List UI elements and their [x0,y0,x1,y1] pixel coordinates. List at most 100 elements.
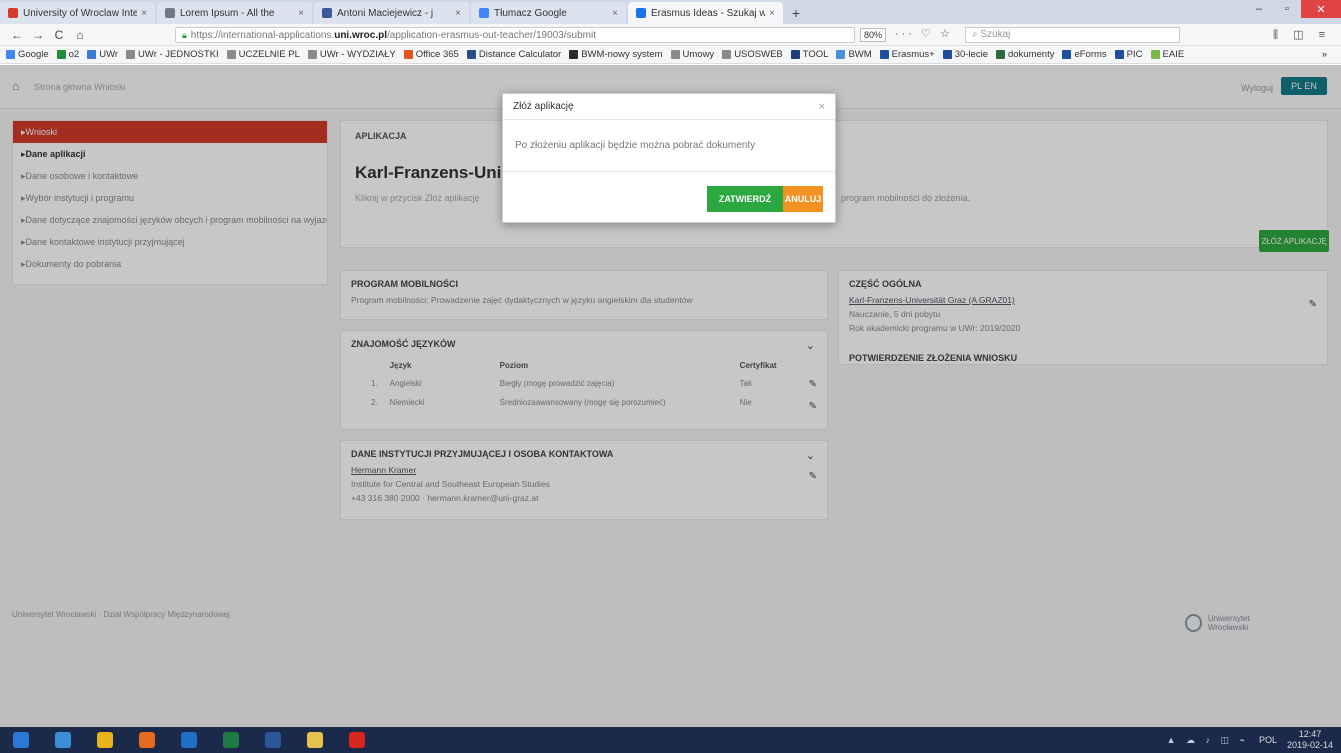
windows-start-icon[interactable] [6,727,36,753]
tab-title: Tłumacz Google [494,7,567,19]
bookmark-label: USOSWEB [734,49,783,60]
browser-tab[interactable]: Erasmus Ideas - Szukaj w × [628,2,783,24]
bookmark-icon [995,50,1005,59]
close-tab-icon[interactable]: × [612,8,618,19]
bookmark-icon [670,50,680,59]
outlook-glyph [181,732,197,748]
back-button[interactable]: ← [8,28,26,42]
bookmark-item[interactable]: BWM-nowy system [569,49,663,60]
forward-button[interactable]: → [29,28,47,42]
firefox-icon[interactable] [132,727,162,753]
web-page: ⌂ Strona główna Wnioski Wyloguj PL EN ▸ … [0,65,1341,727]
bookmark-item[interactable]: Distance Calculator [466,49,562,60]
window-controls: – ▫ ✕ [1245,0,1341,18]
bookmark-item[interactable]: Google [6,49,49,60]
bookmark-icon [126,50,136,59]
bookmark-label: BWM-nowy system [581,49,663,60]
modal-title: Złóż aplikację [513,101,574,112]
close-tab-icon[interactable]: × [298,8,304,19]
bookmark-label: Google [18,49,49,60]
chrome-icon[interactable] [90,727,120,753]
browser-tab[interactable]: Tłumacz Google × [471,2,626,24]
url-domain: uni.wroc.pl [334,29,387,41]
lock-icon: 🔒︎ [182,29,187,40]
bookmark-icon [879,50,889,59]
browser-search-input[interactable]: ⌕ Szukaj [965,27,1180,43]
acrobat-icon[interactable] [342,727,372,753]
favicon-icon [479,8,489,18]
input-language[interactable]: POL [1259,735,1277,745]
tab-title: Erasmus Ideas - Szukaj w [651,7,766,19]
bookmark-item[interactable]: BWM [836,49,872,60]
bookmarks-bar: Google o2 UWr UWr - JEDNOSTKI UCZELNIE PL UWr… [0,46,1341,64]
bookmark-label: UWr [99,49,119,60]
zoom-indicator[interactable]: 80% [860,28,886,42]
bookmark-label: UWr - WYDZIAŁY [319,49,396,60]
maximize-button[interactable]: ▫ [1273,0,1301,18]
bookmark-item[interactable]: dokumenty [995,49,1054,60]
close-window-button[interactable]: ✕ [1301,0,1341,18]
internet-explorer-glyph [55,732,71,748]
internet-explorer-icon[interactable] [48,727,78,753]
bookmarks-overflow-button[interactable]: » [1322,49,1327,60]
close-tab-icon[interactable]: × [141,8,147,19]
bookmark-item[interactable]: Erasmus+ [879,49,935,60]
home-button[interactable]: ⌂ [71,28,89,42]
chrome-glyph [97,732,113,748]
bookmark-icon [569,50,579,59]
confirm-button[interactable]: ZATWIERDŹ [707,186,783,212]
bookmark-item[interactable]: Umowy [670,49,715,60]
address-bar[interactable]: 🔒︎ https://international-applications. un… [175,27,855,43]
cancel-button[interactable]: ANULUJ [783,186,823,212]
word-icon[interactable] [258,727,288,753]
bookmark-item[interactable]: TOOL [790,49,828,60]
bookmark-item[interactable]: UWr [87,49,118,60]
bookmark-item[interactable]: Office 365 [403,49,459,60]
bookmark-icon [307,50,317,59]
bookmark-icon [1062,50,1072,59]
bookmark-label: Distance Calculator [478,49,562,60]
tray-icons[interactable]: ▲ ☁ ♪ ◫ ⌁ [1167,735,1249,746]
close-tab-icon[interactable]: × [455,8,461,19]
excel-icon[interactable] [216,727,246,753]
new-tab-button[interactable]: + [785,2,807,24]
close-icon[interactable]: × [819,101,825,113]
browser-tab[interactable]: Antoni Maciejewicz - j × [314,2,469,24]
bookmark-icon [722,50,732,59]
tab-title: University of Wroclaw Inter [23,7,138,19]
browser-tab[interactable]: University of Wroclaw Inter × [0,2,155,24]
url-path: /application-erasmus-out-teacher/19003/s… [387,29,596,41]
bookmark-label: UWr - JEDNOSTKI [138,49,219,60]
page-actions[interactable]: ··· ♡ ☆ [895,27,953,40]
bookmark-item[interactable]: eForms [1062,49,1107,60]
favicon-icon [8,8,18,18]
bookmark-item[interactable]: UCZELNIE PL [226,49,300,60]
bookmark-item[interactable]: UWr - JEDNOSTKI [126,49,219,60]
excel-glyph [223,732,239,748]
bookmark-item[interactable]: o2 [56,49,80,60]
windows-taskbar: ▲ ☁ ♪ ◫ ⌁ POL 12:47 2019-02-14 [0,727,1341,753]
windows-start-glyph [13,732,29,748]
browser-tab[interactable]: Lorem Ipsum - All the × [157,2,312,24]
bookmark-label: EAIE [1162,49,1185,60]
modal-body: Po złożeniu aplikacji będzie można pobra… [503,120,835,172]
bookmark-item[interactable]: USOSWEB [722,49,783,60]
bookmark-label: o2 [68,49,80,60]
reload-button[interactable]: C [50,28,68,42]
browser-tab-bar: University of Wroclaw Inter × Lorem Ipsum … [0,0,1341,24]
bookmark-icon [466,50,476,59]
file-explorer-icon[interactable] [300,727,330,753]
bookmark-item[interactable]: PIC [1114,49,1143,60]
bookmark-item[interactable]: 30-lecie [942,49,988,60]
bookmark-icon [403,50,413,59]
outlook-icon[interactable] [174,727,204,753]
toolbar-menu-icons[interactable]: ⫼ ◫ ≡ [1273,28,1331,42]
bookmark-item[interactable]: UWr - WYDZIAŁY [307,49,396,60]
clock[interactable]: 12:47 2019-02-14 [1287,729,1333,751]
bookmark-label: Umowy [682,49,715,60]
bookmark-item[interactable]: EAIE [1150,49,1185,60]
close-tab-icon[interactable]: × [769,8,775,19]
minimize-button[interactable]: – [1245,0,1273,18]
modal-footer: ZATWIERDŹ ANULUJ [707,186,823,212]
bookmark-icon [87,50,97,59]
